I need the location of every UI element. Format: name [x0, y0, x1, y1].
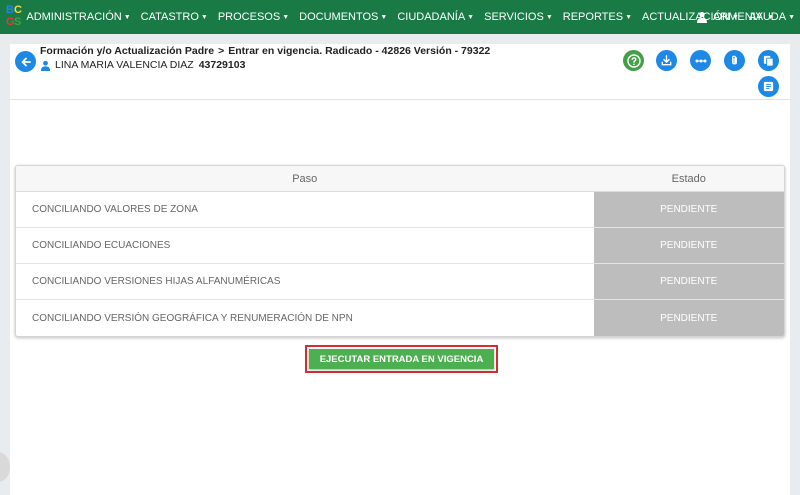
attachment-button[interactable] — [724, 50, 745, 71]
app-logo[interactable]: B C G S — [3, 0, 22, 34]
floating-button[interactable] — [0, 452, 10, 482]
step-name: CONCILIANDO ECUACIONES — [32, 240, 171, 251]
column-header-estado: Estado — [671, 172, 706, 185]
breadcrumb: Formación y/o Actualización Padre > Entrar… — [40, 45, 490, 57]
caret-down-icon: ▼ — [788, 14, 795, 21]
list-button[interactable] — [758, 76, 779, 97]
menu-label: CATASTRO — [140, 11, 199, 23]
step-name: CONCILIANDO VERSIONES HIJAS ALFANUMÉRICA… — [32, 276, 281, 287]
menu-reportes[interactable]: REPORTES ▼ — [558, 11, 637, 23]
person-name: LINA MARIA VALENCIA DIAZ — [55, 59, 194, 71]
menu-label: DOCUMENTOS — [299, 11, 379, 23]
table-row: CONCILIANDO VERSIONES HIJAS ALFANUMÉRICA… — [16, 264, 784, 300]
caret-down-icon: ▼ — [380, 14, 388, 21]
table-header: Paso Estado — [16, 166, 784, 192]
person-document: 43729103 — [198, 59, 246, 71]
menu-administracion[interactable]: ADMINISTRACIÓN ▼ — [21, 11, 135, 23]
status-badge: PENDIENTE — [593, 300, 784, 336]
breadcrumb-parent[interactable]: Formación y/o Actualización Padre — [40, 45, 214, 57]
menu-label: PROCESOS — [217, 11, 281, 23]
menu-catastro[interactable]: CATASTRO ▼ — [136, 11, 213, 23]
person-icon — [40, 60, 51, 71]
caret-down-icon: ▼ — [282, 14, 290, 21]
main-menu: ADMINISTRACIÓN ▼ CATASTRO ▼ PROCESOS ▼ DOCU… — [21, 11, 800, 23]
download-icon — [661, 55, 672, 66]
breadcrumb-current: Entrar en vigencia. Radicado - 42826 Ver… — [228, 45, 491, 57]
logo-letter-s: S — [14, 16, 22, 28]
execute-highlight: EJECUTAR ENTRADA EN VIGENCIA — [305, 345, 498, 373]
caret-down-icon: ▼ — [767, 13, 774, 21]
caret-down-icon: ▼ — [545, 14, 553, 21]
logo-letter-b: B — [6, 4, 14, 16]
logo-letter-c: C — [14, 4, 22, 16]
page-header: Formación y/o Actualización Padre > Entrar… — [10, 44, 790, 100]
menu-label: REPORTES — [562, 11, 624, 23]
more-options-button[interactable] — [690, 50, 711, 71]
help-button[interactable] — [623, 50, 644, 71]
help-icon — [626, 53, 641, 68]
column-header-paso: Paso — [292, 172, 318, 185]
table-row: CONCILIANDO ECUACIONES PENDIENTE — [16, 228, 784, 264]
table-row: CONCILIANDO VALORES DE ZONA PENDIENTE — [16, 192, 784, 228]
caret-down-icon: ▼ — [200, 14, 208, 21]
back-button[interactable] — [15, 51, 36, 72]
arrow-left-icon — [21, 57, 31, 66]
menu-label: SERVICIOS — [484, 11, 544, 23]
step-name: CONCILIANDO VALORES DE ZONA — [32, 204, 198, 215]
status-badge: PENDIENTE — [593, 192, 784, 227]
attachment-icon — [732, 55, 737, 65]
menu-documentos[interactable]: DOCUMENTOS ▼ — [294, 11, 392, 23]
user-menu[interactable]: ARMENIA ▼ — [696, 0, 774, 34]
menu-procesos[interactable]: PROCESOS ▼ — [213, 11, 294, 23]
execute-entry-button[interactable]: EJECUTAR ENTRADA EN VIGENCIA — [309, 349, 494, 369]
copy-button[interactable] — [758, 50, 779, 71]
status-badge: PENDIENTE — [593, 264, 784, 299]
steps-table: Paso Estado CONCILIANDO VALORES DE ZONA … — [15, 165, 785, 337]
more-icon — [695, 59, 706, 62]
caret-down-icon: ▼ — [123, 14, 131, 21]
top-navbar: B C G S ADMINISTRACIÓN ▼ CATASTRO ▼ PROCES… — [0, 0, 800, 34]
user-name: ARMENIA — [712, 11, 764, 23]
menu-servicios[interactable]: SERVICIOS ▼ — [479, 11, 558, 23]
menu-ciudadania[interactable]: CIUDADANÍA ▼ — [392, 11, 479, 23]
download-button[interactable] — [656, 50, 677, 71]
table-row: CONCILIANDO VERSIÓN GEOGRÁFICA Y RENUMER… — [16, 300, 784, 336]
caret-down-icon: ▼ — [467, 14, 475, 21]
step-name: CONCILIANDO VERSIÓN GEOGRÁFICA Y RENUMER… — [32, 312, 353, 324]
copy-icon — [763, 55, 774, 67]
status-badge: PENDIENTE — [593, 228, 784, 263]
list-icon — [763, 81, 774, 92]
caret-down-icon: ▼ — [625, 14, 633, 21]
person-info: LINA MARIA VALENCIA DIAZ 43729103 — [40, 59, 245, 71]
user-icon — [696, 11, 707, 23]
menu-label: CIUDADANÍA — [397, 11, 466, 23]
menu-label: ADMINISTRACIÓN — [26, 11, 122, 23]
content-panel: Formación y/o Actualización Padre > Entrar… — [10, 44, 790, 495]
breadcrumb-separator: > — [218, 45, 225, 57]
